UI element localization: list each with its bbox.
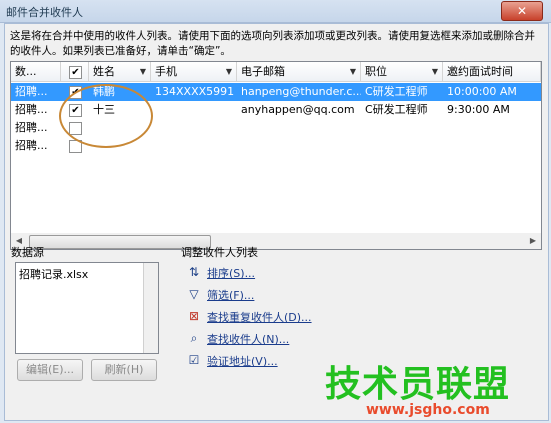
duplicate-icon: ⊠ — [188, 309, 200, 323]
data-source-list[interactable]: 招聘记录.xlsx — [15, 262, 159, 354]
sort-link[interactable]: 排序(S)... — [207, 265, 255, 281]
column-header-email[interactable]: 电子邮箱 ▼ — [237, 62, 361, 82]
email-cell: anyhappen@qq.com — [241, 103, 355, 116]
watermark-url: www.jsgho.com — [366, 402, 490, 418]
validate-address-link[interactable]: 验证地址(V)... — [207, 353, 278, 369]
sort-icon: ⇅ — [188, 265, 200, 279]
source-cell: 招聘... — [15, 121, 48, 134]
column-header-label: 手机 — [155, 65, 177, 78]
list-item[interactable]: 招聘记录.xlsx — [19, 266, 88, 282]
close-button[interactable]: ✕ — [501, 1, 543, 21]
column-header-label: 邀约面试时间 — [447, 65, 513, 78]
intro-text: 这是将在合并中使用的收件人列表。请使用下面的选项向列表添加项或更改列表。请使用复… — [10, 30, 535, 57]
refresh-button[interactable]: 刷新(H) — [91, 359, 157, 381]
time-cell: 10:00:00 AM — [447, 85, 517, 98]
phone-cell — [151, 101, 237, 119]
find-recipient-icon: ⌕ — [190, 331, 198, 345]
source-cell: 招聘... — [15, 103, 48, 116]
column-header-label: 电子邮箱 — [241, 65, 285, 78]
position-cell: C研发工程师 — [365, 103, 428, 116]
email-cell: hanpeng@thunder.c... — [241, 85, 361, 98]
column-header-phone[interactable]: 手机 ▼ — [151, 62, 237, 82]
find-recipient-link[interactable]: 查找收件人(N)... — [207, 331, 289, 347]
annotation-circle — [59, 84, 153, 148]
column-header-name[interactable]: 姓名 ▼ — [89, 62, 151, 82]
scroll-right-icon[interactable]: ▶ — [525, 233, 541, 249]
column-header-source[interactable]: 数... — [11, 62, 61, 82]
window-title: 邮件合并收件人 — [6, 6, 83, 19]
data-source-label: 数据源 — [11, 246, 44, 259]
watermark-logo: 技术员联盟 — [325, 364, 511, 405]
find-duplicates-link[interactable]: 查找重复收件人(D)... — [207, 309, 312, 325]
time-cell: 9:30:00 AM — [447, 103, 510, 116]
dropdown-arrow-icon[interactable]: ▼ — [350, 62, 356, 81]
filter-icon: ▽ — [189, 287, 199, 301]
column-header-label: 职位 — [365, 65, 387, 78]
dropdown-arrow-icon[interactable]: ▼ — [226, 62, 232, 81]
vertical-scrollbar[interactable] — [143, 263, 158, 353]
column-header-label: 数... — [15, 65, 37, 78]
column-header-label: 姓名 — [93, 65, 115, 78]
title-bar: 邮件合并收件人 ✕ — [0, 0, 551, 23]
adjust-list-label: 调整收件人列表 — [181, 246, 258, 259]
source-cell: 招聘... — [15, 85, 48, 98]
dropdown-arrow-icon[interactable]: ▼ — [432, 62, 438, 81]
phone-cell: 134XXXX5991 — [155, 85, 235, 98]
validate-icon: ☑ — [188, 353, 200, 367]
edit-button[interactable]: 编辑(E)... — [17, 359, 83, 381]
column-header-position[interactable]: 职位 ▼ — [361, 62, 443, 82]
dropdown-arrow-icon[interactable]: ▼ — [140, 62, 146, 81]
select-all-checkbox[interactable]: ✔ — [69, 66, 82, 79]
position-cell: C研发工程师 — [365, 85, 428, 98]
column-header-time[interactable]: 邀约面试时间 — [443, 62, 541, 82]
source-cell: 招聘... — [15, 139, 48, 152]
horizontal-scrollbar[interactable]: ◀ ▶ — [10, 233, 542, 250]
column-header-checkbox[interactable]: ✔ — [61, 62, 89, 82]
filter-link[interactable]: 筛选(F)... — [207, 287, 254, 303]
